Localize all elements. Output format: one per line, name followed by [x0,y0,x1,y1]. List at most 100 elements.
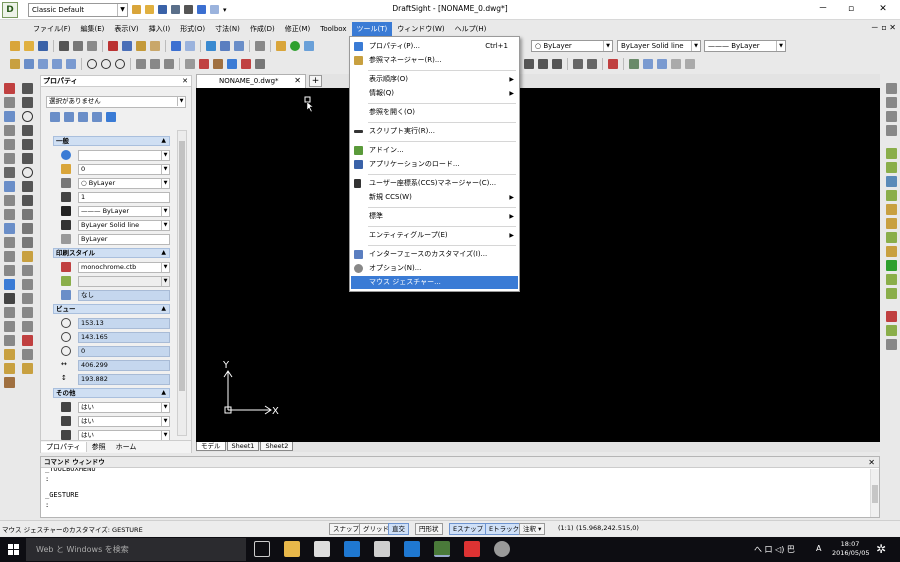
copy-tool-icon[interactable] [4,181,15,192]
tab-model[interactable]: モデル [196,442,226,451]
lineweight-combo[interactable]: ——— ByLayer ▼ [704,40,786,52]
right-tool-1-icon[interactable] [886,83,897,94]
selection-select[interactable]: 選択がありません ▼ [46,96,186,108]
print-setup-icon[interactable] [87,41,97,51]
close-tab-icon[interactable]: ✕ [294,75,301,87]
select-entities-icon[interactable] [64,112,74,122]
print-icon[interactable] [184,5,193,14]
tab-home[interactable]: ホーム [111,442,142,452]
rect-2-icon[interactable] [22,125,33,136]
zoom-previous-icon[interactable] [234,41,244,51]
color-combo[interactable]: ○ ByLayer ▼ [531,40,613,52]
center-z-field[interactable]: 0 [78,346,170,357]
windows-start-icon[interactable] [8,544,19,555]
new-file-icon[interactable] [132,5,141,14]
print-icon[interactable] [59,41,69,51]
donut-tool-icon[interactable] [22,293,33,304]
open-file-icon[interactable] [145,5,154,14]
system-tray[interactable]: へ 口 ◁) 巴 [754,544,795,555]
menu-window[interactable]: ウィンドウ(W) [392,22,449,36]
linecolor-field[interactable]: ○ ByLayer ▼ [78,178,170,189]
spline-tool-icon[interactable] [22,153,33,164]
right-tool-7-icon[interactable] [886,176,897,187]
block-icon[interactable] [213,59,223,69]
polyline-icon[interactable] [164,59,174,69]
annotation-toggle[interactable]: 注釈 ▾ [519,523,546,535]
polygon-tool-icon[interactable] [4,139,15,150]
measure-icon[interactable] [608,59,618,69]
menu-item-options[interactable]: オプション(N)... [351,262,518,275]
fillet-tool-icon[interactable] [4,251,15,262]
redo-icon[interactable] [210,5,219,14]
snap-settings-icon[interactable] [10,59,20,69]
ellipse-icon[interactable] [115,59,125,69]
right-tool-3-icon[interactable] [886,111,897,122]
linestyle-combo[interactable]: ByLayer Solid line ▼ [617,40,701,52]
quick-select-icon[interactable] [78,112,88,122]
menu-item-inquiry[interactable]: 情報(Q) ▶ [351,87,518,100]
workspace-select[interactable]: Classic Default ▼ [28,3,128,17]
ime-indicator[interactable]: A [816,544,821,553]
right-tool-4-icon[interactable] [886,125,897,136]
menu-item-new-ccs[interactable]: 新規 CCS(W) ▶ [351,191,518,204]
add-tab-button[interactable]: + [309,75,322,87]
taskbar-search-input[interactable]: Web と Windows を検索 [26,538,246,561]
draftsight-logo-icon[interactable]: D [2,2,18,18]
menu-edit[interactable]: 編集(E) [76,22,110,36]
ortho-toggle[interactable]: 直交 [388,523,409,535]
tab-sheet1[interactable]: Sheet1 [226,442,260,451]
menu-item-properties[interactable]: プロパティ(P)... Ctrl+1 [351,40,518,53]
render-icon[interactable] [671,59,681,69]
notification-icon[interactable]: ✲ [876,542,886,556]
right-tool-9-icon[interactable] [886,204,897,215]
menu-toolbox[interactable]: Toolbox [315,22,351,36]
explode-tool-icon[interactable] [4,265,15,276]
snap-toggle[interactable]: スナップ [329,523,363,535]
right-tool-12-icon[interactable] [886,246,897,257]
layer-field[interactable]: 0 ▼ [78,164,170,175]
save-icon[interactable] [38,41,48,51]
sheet-icon[interactable] [657,59,667,69]
right-tool-6-icon[interactable] [886,162,897,173]
image-icon[interactable] [241,59,251,69]
center-x-field[interactable]: 153.13 [78,318,170,329]
right-tool-2-icon[interactable] [886,97,897,108]
menu-dimension[interactable]: 寸法(N) [210,22,245,36]
internet-explorer-icon[interactable] [404,541,420,557]
scrollbar-thumb[interactable] [872,485,878,503]
esnap-toggle[interactable]: Eスナップ [449,523,488,535]
height-field[interactable]: 193.882 [78,374,170,385]
app-taskbar-icon[interactable] [494,541,510,557]
undo-icon[interactable] [197,5,206,14]
center-y-field[interactable]: 143.165 [78,332,170,343]
menu-item-mouse-gestures[interactable]: マウス ジェスチャー... [351,276,518,289]
paste-icon[interactable] [136,41,146,51]
polar-toggle[interactable]: 円形状 [415,523,443,535]
zoom-window-icon[interactable] [220,41,230,51]
pattern-tool-icon[interactable] [22,363,33,374]
copy-icon[interactable] [122,41,132,51]
dimension-tool-icon[interactable] [4,307,15,318]
hatch-tool-icon[interactable] [22,209,33,220]
task-view-icon[interactable] [254,541,270,557]
toggle-pickadd-icon[interactable] [50,112,60,122]
transparency-field[interactable]: ByLayer [78,234,170,245]
pan-icon[interactable] [206,41,216,51]
layer-state-icon[interactable] [304,41,314,51]
menu-item-load-application[interactable]: アプリケーションのロード... [351,158,518,171]
menu-insert[interactable]: 挿入(I) [144,22,176,36]
draftsight-taskbar-icon[interactable] [434,541,450,557]
menu-item-standards[interactable]: 標準 ▶ [351,210,518,223]
menu-tools[interactable]: ツール(T) [351,22,393,36]
polygon-icon[interactable] [150,59,160,69]
arc-tool-icon[interactable] [22,139,33,150]
ucs-origin-field[interactable]: はい ▼ [78,416,170,427]
menu-help[interactable]: ヘルプ(H) [450,22,492,36]
media-player-icon[interactable] [374,541,390,557]
store-icon[interactable] [314,541,330,557]
ucs-on-field[interactable]: はい ▼ [78,402,170,413]
region-tool-icon[interactable] [22,223,33,234]
group-tool-icon[interactable] [22,321,33,332]
right-tool-14-icon[interactable] [886,274,897,285]
align-tool-icon[interactable] [4,279,15,290]
